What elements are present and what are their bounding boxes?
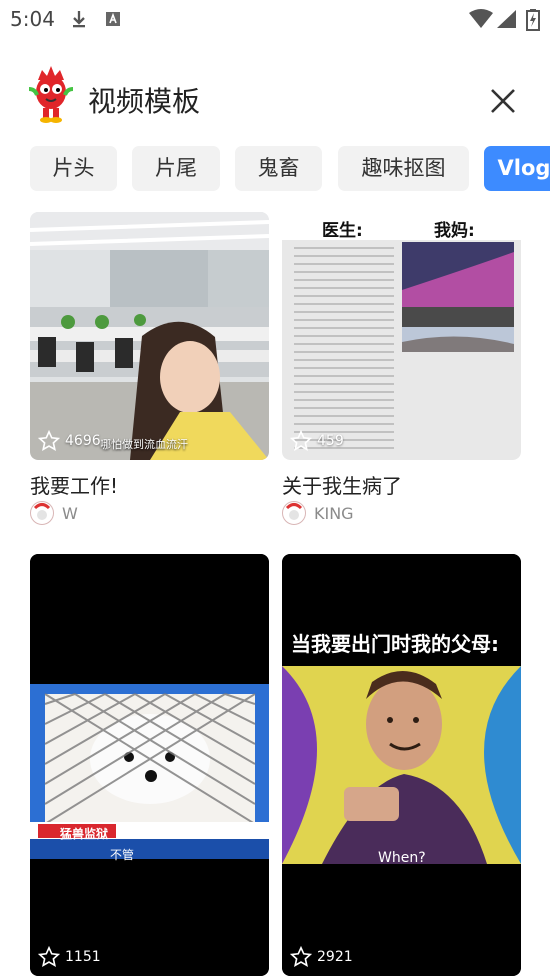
battery-icon [526, 9, 542, 37]
template-thumbnail: 猛兽监狱 不管 [30, 554, 269, 976]
template-card[interactable]: 医生: 我妈: 459 [282, 212, 521, 460]
status-time: 5:04 [10, 7, 55, 31]
tab-vlog[interactable]: Vlog [484, 146, 550, 191]
overlay-right-text: 我妈: [434, 221, 475, 241]
template-card[interactable]: 当我要出门时我的父母: When? 2921 [282, 554, 521, 976]
author-row: W [30, 501, 78, 525]
template-card[interactable]: 猛兽监狱 不管 1151 [30, 554, 269, 976]
author-name: W [62, 503, 78, 523]
favorite-count: 2921 [290, 946, 353, 968]
video-subtitle: 不管 [110, 848, 135, 862]
author-row: KING [282, 501, 354, 525]
a-square-icon [104, 9, 122, 33]
star-icon [38, 946, 60, 967]
favorite-count-value: 2921 [317, 949, 353, 965]
page-title: 视频模板 [88, 85, 201, 118]
template-caption: 关于我生病了 [282, 474, 402, 498]
star-icon [290, 946, 312, 967]
favorite-count-value: 1151 [65, 949, 101, 965]
tab-pianwei[interactable]: 片尾 [132, 146, 220, 191]
star-icon [290, 430, 312, 451]
template-thumbnail: 当我要出门时我的父母: When? [282, 554, 521, 976]
template-caption: 我要工作! [30, 474, 119, 498]
signal-icon [496, 9, 518, 33]
author-name: KING [314, 503, 354, 523]
avatar [282, 501, 306, 525]
template-thumbnail: 哪怕做到流血流汗 [30, 212, 269, 460]
download-icon [70, 9, 88, 33]
template-card[interactable]: 哪怕做到流血流汗 4696 [30, 212, 269, 460]
favorite-count-value: 4696 [65, 433, 101, 449]
avatar [30, 501, 54, 525]
video-subtitle: 哪怕做到流血流汗 [100, 438, 188, 451]
status-bar: 5:04 [0, 0, 550, 38]
wifi-icon [468, 9, 494, 33]
video-headline: 当我要出门时我的父母: [291, 632, 499, 656]
close-icon [491, 89, 515, 113]
star-icon [38, 430, 60, 451]
tab-guichu[interactable]: 鬼畜 [235, 146, 322, 191]
banner-label: 猛兽监狱 [60, 827, 109, 841]
overlay-left-text: 医生: [322, 221, 363, 241]
tab-piantou[interactable]: 片头 [30, 146, 117, 191]
favorite-count: 459 [290, 430, 344, 452]
app-logo [26, 64, 76, 126]
tab-quwei-koutu[interactable]: 趣味抠图 [338, 146, 469, 191]
close-button[interactable] [486, 84, 520, 118]
video-subtitle: When? [378, 850, 426, 866]
favorite-count: 1151 [38, 946, 101, 968]
favorite-count-value: 459 [317, 433, 344, 449]
favorite-count: 4696 [38, 430, 101, 452]
template-thumbnail: 医生: 我妈: [282, 212, 521, 460]
category-tabs: 片头 片尾 鬼畜 趣味抠图 Vlog [0, 146, 550, 192]
